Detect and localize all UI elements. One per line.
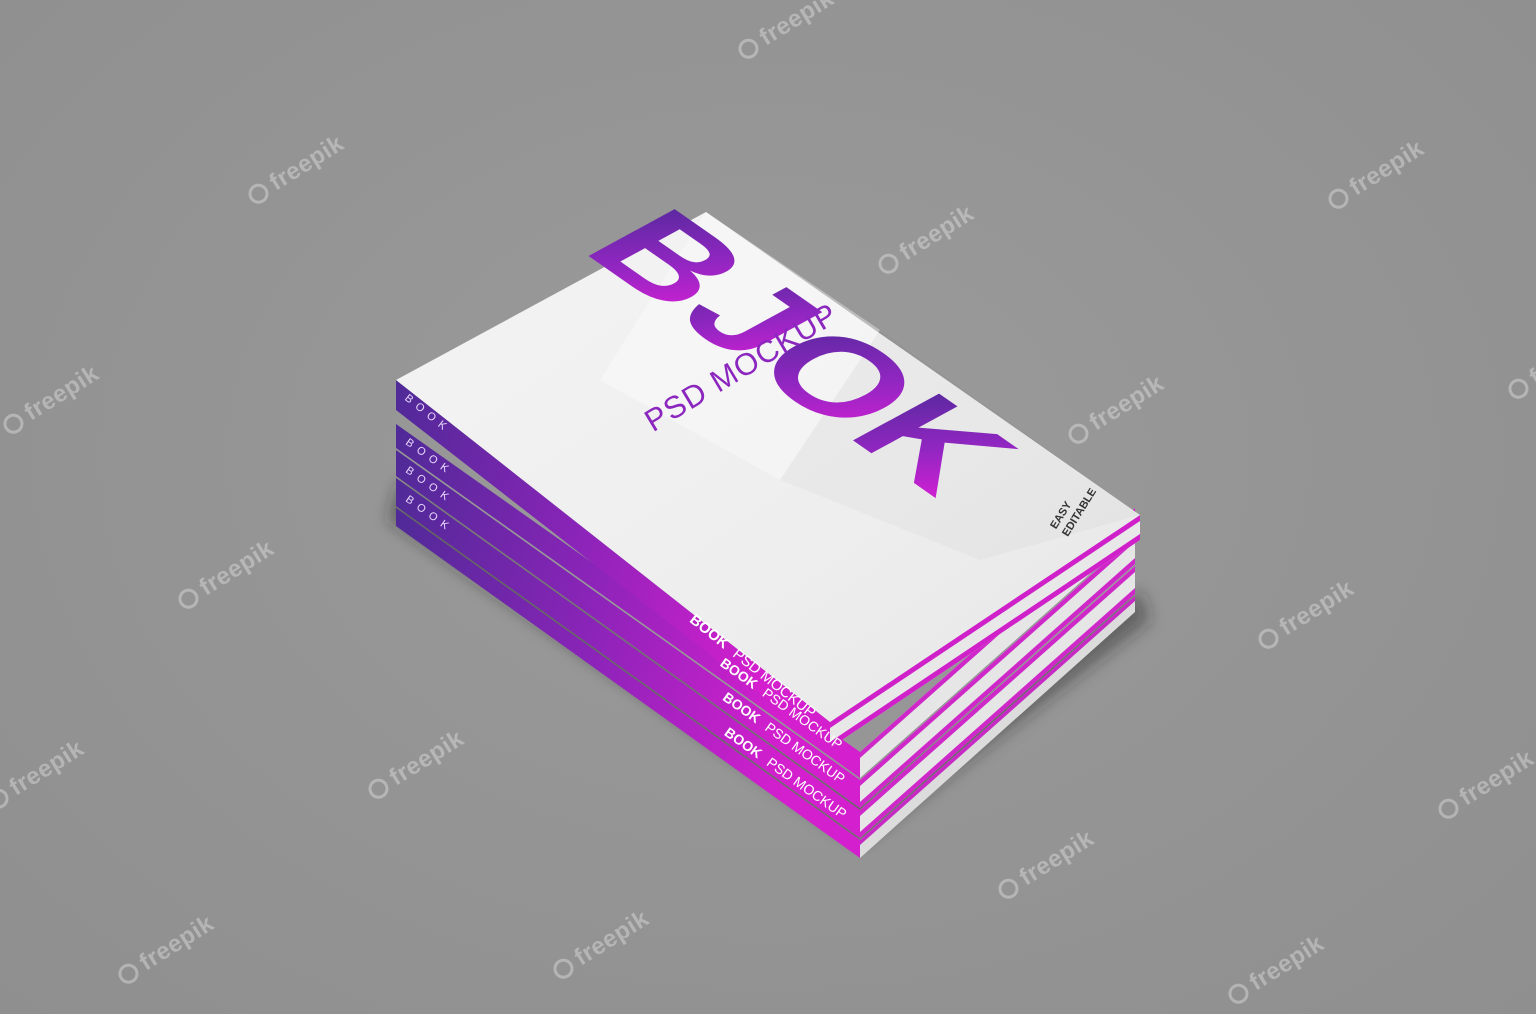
spine-side-label: BOOK <box>402 392 453 436</box>
cover-text-svg: B J O K PSD MOCKUP EASY EDITABLE BOOK BO… <box>402 188 1099 822</box>
spine-title-bold: BOOK <box>722 724 765 761</box>
cover-note-group: EASY EDITABLE <box>1048 486 1099 538</box>
spine-title-rest: PSD MOCKUP <box>764 754 850 822</box>
spine-title-bold: BOOK <box>720 689 763 726</box>
spine-side-text-top: BOOK <box>402 392 453 436</box>
spine-title-bold: BOOK <box>686 611 732 652</box>
mockup-scene: freepik freepik freepik freepik freepik … <box>0 0 1536 1014</box>
